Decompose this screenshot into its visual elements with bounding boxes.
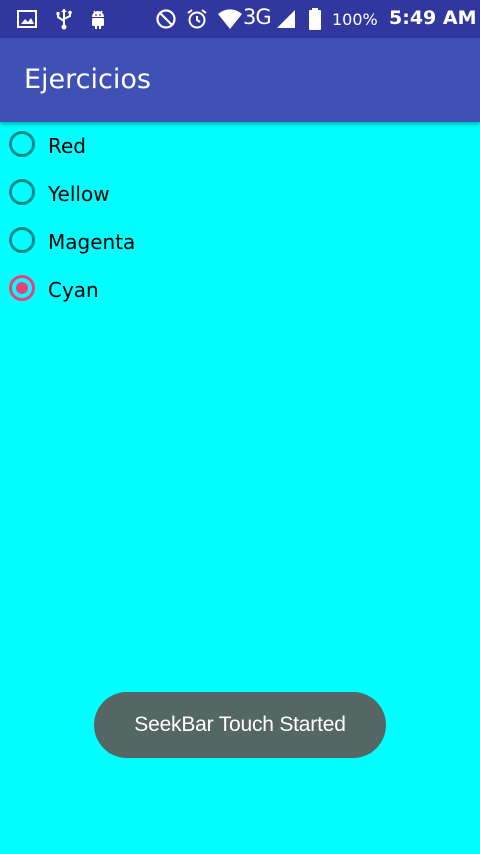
radio-option-cyan[interactable]: Cyan	[0, 266, 240, 314]
radio-label: Cyan	[48, 278, 99, 302]
app-bar: Ejercicios	[0, 38, 480, 122]
do-not-disturb-icon	[155, 8, 177, 30]
radio-option-yellow[interactable]: Yellow	[0, 170, 240, 218]
radio-option-red[interactable]: Red	[0, 122, 240, 170]
network-type: 3G	[243, 5, 272, 29]
android-icon	[87, 8, 109, 30]
radio-label: Yellow	[48, 182, 110, 206]
alarm-icon	[186, 8, 208, 30]
app-title: Ejercicios	[24, 64, 151, 95]
battery-percent: 100%	[332, 10, 378, 29]
radio-button-icon[interactable]	[9, 227, 35, 253]
battery-icon	[308, 8, 322, 30]
wifi-icon	[217, 8, 243, 30]
image-icon	[16, 8, 38, 30]
clock-time: 5:49 AM	[389, 7, 477, 29]
radio-button-icon[interactable]	[9, 131, 35, 157]
status-bar: 3G 100% 5:49 AM	[0, 0, 480, 38]
radio-label: Magenta	[48, 230, 136, 254]
usb-icon	[53, 8, 75, 30]
toast-message: SeekBar Touch Started	[94, 692, 386, 758]
radio-button-icon[interactable]	[9, 179, 35, 205]
radio-label: Red	[48, 134, 86, 158]
cellular-signal-icon	[275, 8, 297, 30]
radio-button-checked-icon[interactable]	[9, 275, 35, 301]
radio-option-magenta[interactable]: Magenta	[0, 218, 240, 266]
